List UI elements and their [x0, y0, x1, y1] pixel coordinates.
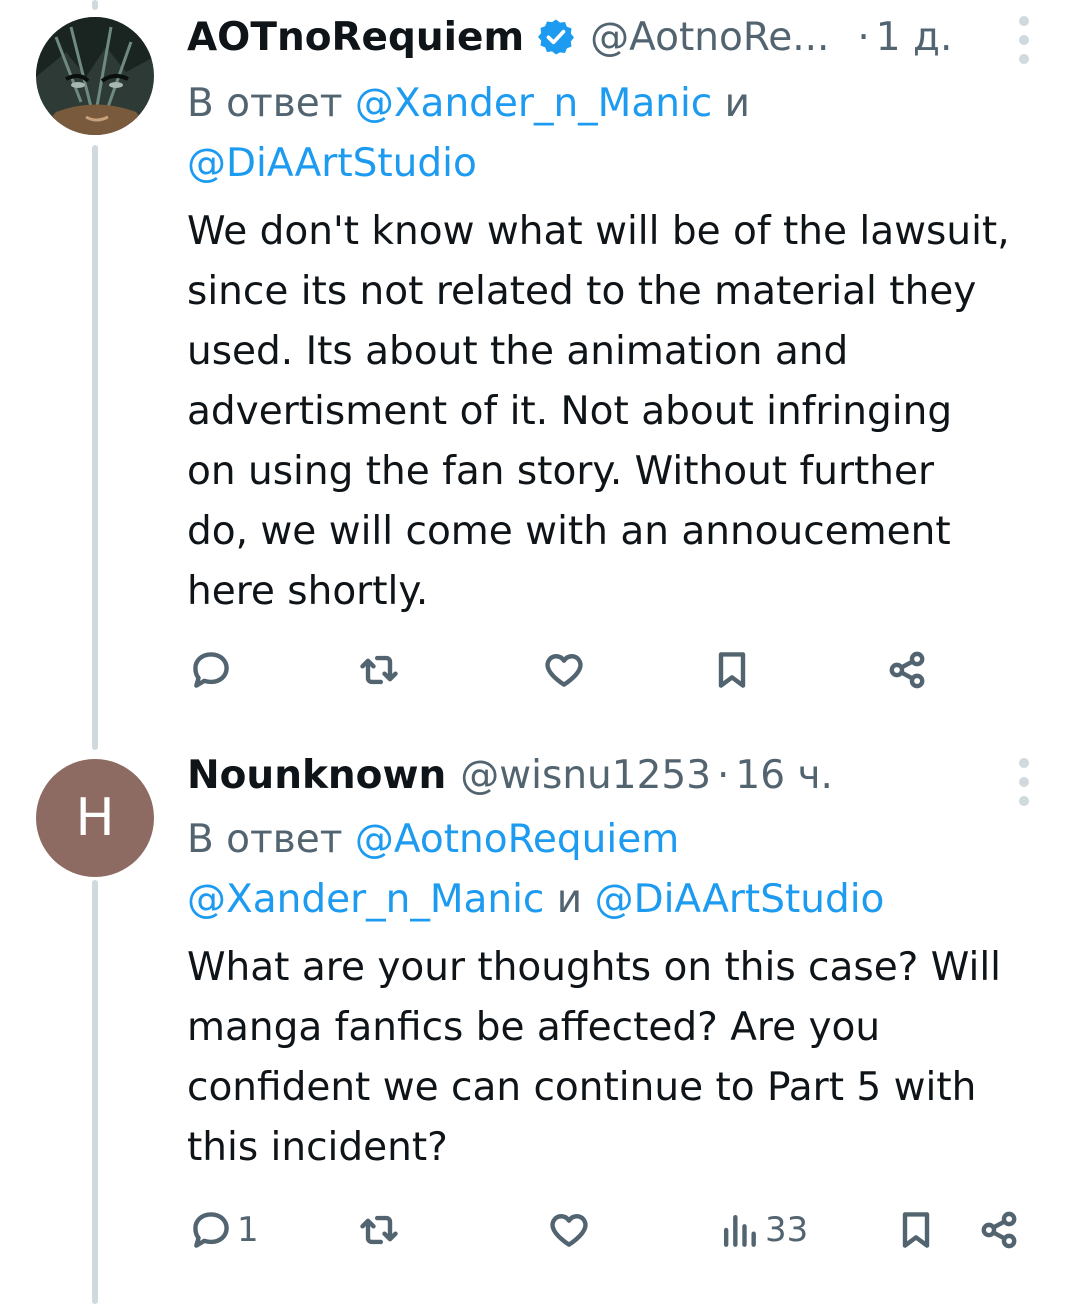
- share-button[interactable]: [977, 1200, 1021, 1260]
- thread-line-upper: [92, 0, 98, 10]
- bookmark-icon: [902, 1212, 930, 1248]
- share-icon: [981, 1211, 1017, 1249]
- reply-button[interactable]: 1: [189, 1200, 259, 1260]
- user-handle[interactable]: @wisnu1253: [460, 753, 711, 798]
- reply-to-prefix: В ответ: [187, 817, 343, 862]
- reply-to-line: В ответ @AotnoRequiem @Xander_n_Manic и …: [187, 810, 1044, 930]
- bookmark-button[interactable]: [894, 1200, 938, 1260]
- reply-icon: [193, 1212, 229, 1248]
- tweet-text: What are your thoughts on this case? Wil…: [187, 945, 1001, 1170]
- more-options-icon[interactable]: [1004, 16, 1044, 64]
- reply-to-line: В ответ @Xander_n_Manic и @DiAArtStudio: [187, 74, 1044, 194]
- reply-button[interactable]: [189, 640, 233, 700]
- timestamp[interactable]: 16 ч.: [735, 753, 832, 798]
- separator-dot: ·: [857, 14, 870, 60]
- views-button[interactable]: 33: [717, 1200, 808, 1260]
- share-icon: [889, 651, 925, 689]
- mention-link[interactable]: @Xander_n_Manic: [187, 877, 544, 922]
- retweet-button[interactable]: [357, 1200, 401, 1260]
- separator-dot: ·: [717, 752, 730, 798]
- display-name[interactable]: AOTnoRequiem: [187, 15, 524, 60]
- display-name[interactable]: Nounknown: [187, 753, 446, 798]
- reply-to-prefix: В ответ: [187, 81, 343, 126]
- mention-link[interactable]: @Xander_n_Manic: [355, 81, 712, 126]
- timestamp[interactable]: 1 д.: [876, 15, 953, 60]
- bookmark-icon: [718, 652, 746, 688]
- tweet-header: AOTnoRequiem @AotnoRe... · 1 д.: [187, 2, 1044, 72]
- reply-to-joiner: и: [724, 81, 750, 126]
- thread-line-middle: [92, 145, 98, 750]
- like-button[interactable]: [542, 640, 586, 700]
- more-options-icon[interactable]: [1004, 758, 1044, 806]
- tweet-actions: 1 33: [187, 1200, 1044, 1260]
- share-button[interactable]: [885, 640, 929, 700]
- mention-link[interactable]: @AotnoRequiem: [355, 817, 679, 862]
- mention-link[interactable]: @DiAArtStudio: [595, 877, 885, 922]
- bookmark-button[interactable]: [710, 640, 754, 700]
- heart-icon: [545, 654, 583, 687]
- avatar-letter: H: [75, 788, 115, 848]
- tweet-actions: [187, 640, 1044, 700]
- bar-chart-icon: [723, 1214, 756, 1247]
- heart-icon: [550, 1214, 588, 1247]
- reply-icon: [193, 652, 229, 688]
- retweet-icon: [360, 1215, 398, 1245]
- anime-character-avatar-icon: [36, 17, 154, 135]
- avatar[interactable]: H: [36, 759, 154, 877]
- avatar[interactable]: [36, 17, 154, 135]
- tweet-header: Nounknown @wisnu1253 · 16 ч.: [187, 740, 1044, 810]
- reply-to-joiner: и: [556, 877, 583, 922]
- user-handle[interactable]: @AotnoRe...: [590, 15, 829, 60]
- views-count: 33: [765, 1210, 809, 1250]
- retweet-icon: [360, 655, 398, 685]
- mention-link[interactable]: @DiAArtStudio: [187, 141, 477, 186]
- retweet-button[interactable]: [357, 640, 401, 700]
- like-button[interactable]: [547, 1200, 591, 1260]
- reply-count: 1: [237, 1210, 259, 1250]
- verified-badge-icon: [538, 19, 575, 55]
- thread-line-lower: [92, 880, 98, 1304]
- tweet-text: We don't know what will be of the lawsui…: [187, 209, 1010, 614]
